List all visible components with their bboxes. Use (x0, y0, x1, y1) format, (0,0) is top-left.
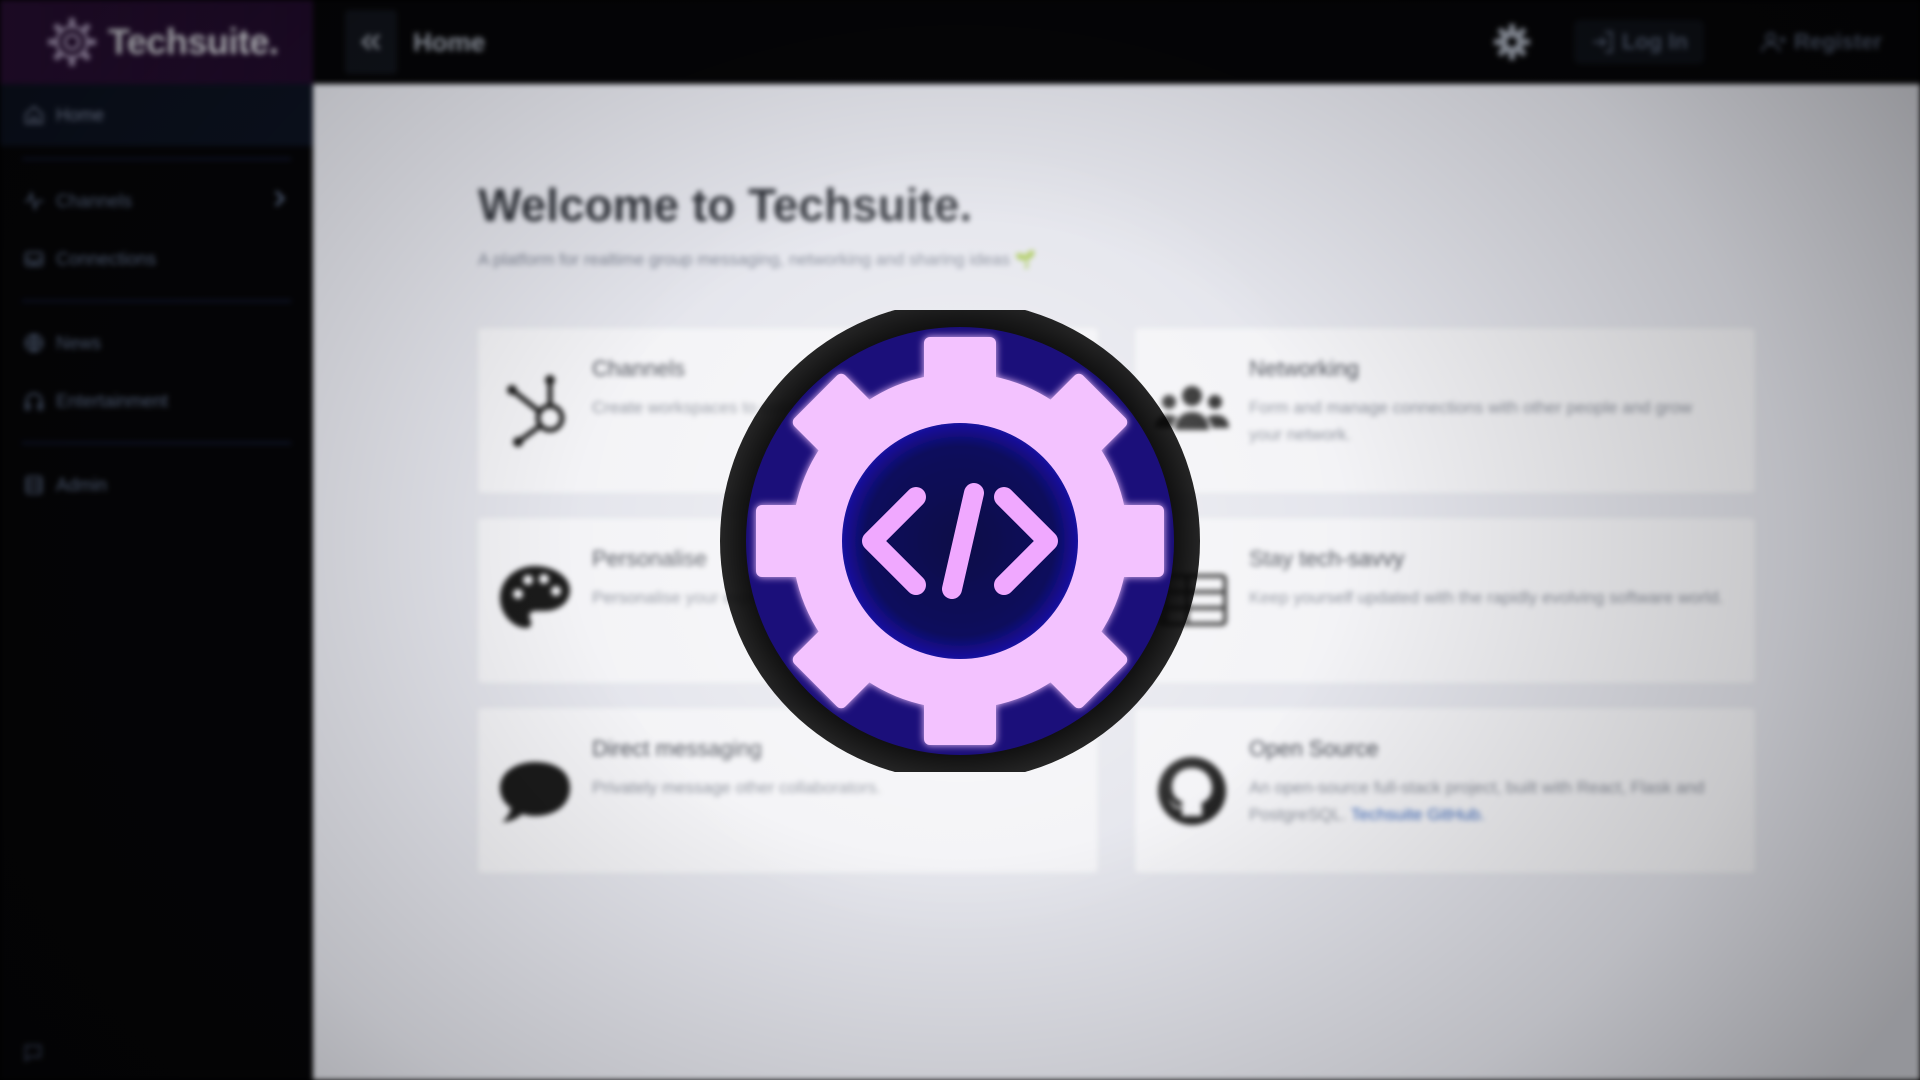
inbox-icon (22, 247, 46, 271)
sidebar-item-label: Connections (56, 248, 157, 269)
nav-divider (22, 158, 291, 160)
sidebar-item-admin[interactable]: Admin (0, 456, 313, 514)
double-chevron-left-icon (360, 33, 381, 51)
login-label: Log In (1621, 29, 1688, 54)
topbar: Home Log In Register (313, 0, 1920, 84)
sidebar-item-entertainment[interactable]: Entertainment (0, 372, 313, 430)
card-description: Form and manage connections with other p… (1249, 398, 1693, 444)
register-label: Register (1793, 29, 1882, 54)
login-icon (1593, 31, 1613, 53)
sidebar-item-label: Home (56, 104, 105, 125)
card-title: Networking (1249, 356, 1360, 381)
sidebar-item-channels[interactable]: Channels (0, 172, 313, 230)
card-title: Stay tech-savvy (1249, 546, 1405, 571)
topbar-actions: Log In Register (1490, 0, 1920, 84)
globe-icon (22, 331, 46, 355)
palette-icon (500, 566, 570, 628)
register-button[interactable]: Register (1744, 20, 1898, 64)
sidebar: Techsuite. Home Channels Connections New… (0, 0, 313, 1080)
github-link[interactable]: Techsuite GitHub. (1351, 805, 1485, 824)
feature-card-networking[interactable]: Networking Form and manage connections w… (1135, 328, 1755, 493)
database-icon (22, 473, 46, 497)
collapse-sidebar-button[interactable] (345, 10, 397, 74)
sidebar-item-connections[interactable]: Connections (0, 230, 313, 288)
nav-divider (22, 442, 291, 444)
speech-bubble-icon (500, 762, 570, 822)
gear-logo-icon (48, 18, 96, 66)
sidebar-item-label: News (56, 332, 102, 353)
feature-card-tech-savvy[interactable]: Stay tech-savvy Keep yourself updated wi… (1135, 518, 1755, 683)
code-gear-logo-icon (720, 310, 1200, 772)
sidebar-item-label: Entertainment (56, 390, 169, 411)
tagline-text: A platform for realtime group messaging,… (478, 250, 1011, 269)
sprout-emoji: 🌱 (1014, 250, 1036, 269)
nav-divider (22, 300, 291, 302)
card-title: Open Source (1249, 736, 1379, 761)
brand[interactable]: Techsuite. (0, 0, 313, 84)
user-plus-icon (1761, 32, 1786, 52)
sidebar-item-label: Channels (56, 190, 133, 211)
hub-icon (507, 375, 565, 447)
page-title: Home (413, 26, 486, 57)
card-description: An open-source full-stack project, built… (1249, 774, 1729, 828)
brand-name: Techsuite. (108, 21, 279, 62)
settings-button[interactable] (1490, 20, 1534, 64)
login-button[interactable]: Log In (1573, 20, 1704, 64)
welcome-heading: Welcome to Techsuite. (478, 179, 973, 231)
tagline: A platform for realtime group messaging,… (478, 250, 1036, 270)
card-description: Keep yourself updated with the rapidly e… (1249, 588, 1724, 607)
chat-icon[interactable] (22, 1042, 46, 1066)
activity-icon (22, 189, 46, 213)
feature-card-open-source[interactable]: Open Source An open-source full-stack pr… (1135, 708, 1755, 873)
card-title: Channels (592, 356, 685, 381)
sidebar-item-news[interactable]: News (0, 314, 313, 372)
card-title: Personalise (592, 546, 707, 571)
card-description: Privately message other collaborators. (592, 778, 882, 797)
sidebar-item-home[interactable]: Home (0, 84, 313, 146)
sidebar-nav: Home Channels Connections News Entertain… (0, 84, 313, 514)
settings-gear-icon (1493, 24, 1530, 60)
home-icon (22, 103, 46, 127)
sidebar-item-label: Admin (56, 474, 108, 495)
chevron-right-icon (273, 190, 287, 213)
headphones-icon (22, 389, 46, 413)
